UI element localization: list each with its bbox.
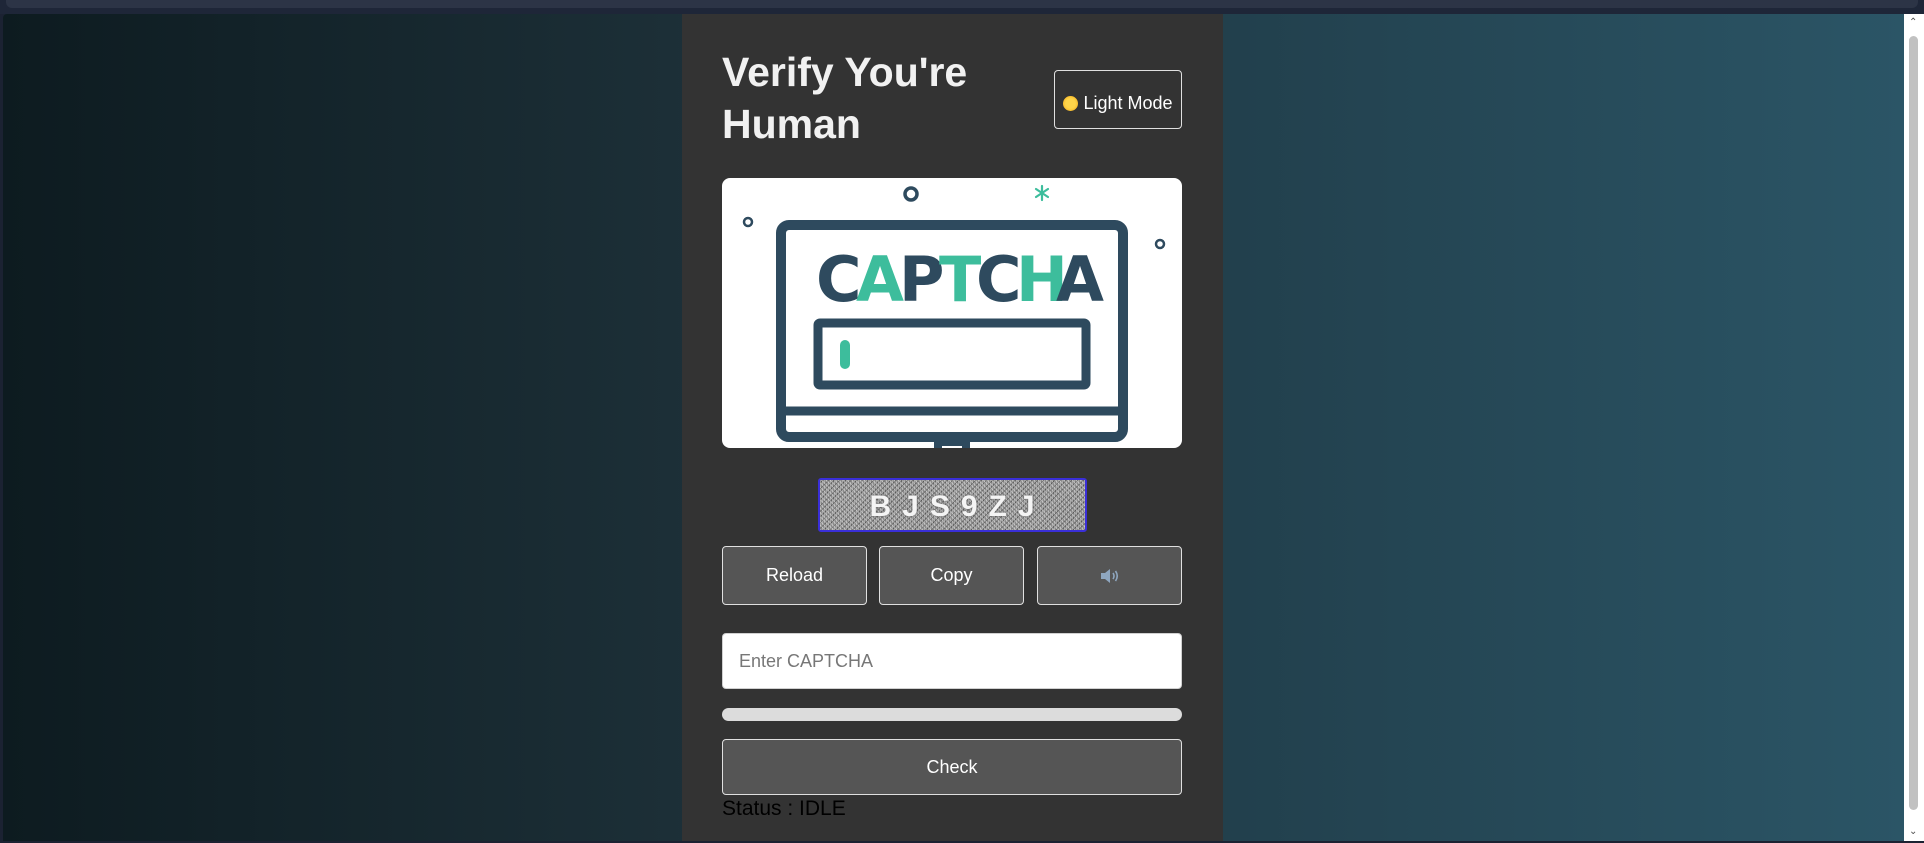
page-title: Verify You're Human bbox=[722, 49, 968, 147]
illustration-letter-c1: C bbox=[816, 243, 862, 316]
illustration-letter-c2: C bbox=[976, 243, 1022, 316]
browser-top-strip bbox=[0, 0, 1924, 14]
scroll-down-icon[interactable]: ⌄ bbox=[1909, 827, 1917, 837]
scroll-up-icon[interactable]: ⌃ bbox=[1909, 18, 1917, 28]
vertical-scrollbar[interactable]: ⌃ ⌄ bbox=[1904, 14, 1924, 841]
captcha-monitor-illustration: C A P T C H A bbox=[742, 184, 1166, 448]
captcha-code-image: BJS9ZJ bbox=[818, 478, 1087, 532]
theme-toggle-button[interactable]: Light Mode bbox=[1054, 70, 1182, 129]
status-text: Status : IDLE bbox=[722, 797, 846, 820]
speaker-icon bbox=[1100, 568, 1118, 583]
copy-button[interactable]: Copy bbox=[879, 546, 1024, 605]
captcha-card: Verify You're Human Light Mode C A P T C… bbox=[682, 14, 1223, 841]
sun-icon bbox=[1063, 95, 1079, 111]
captcha-actions: Reload Copy bbox=[722, 546, 1182, 605]
progress-bar bbox=[722, 708, 1182, 721]
illustration-letter-p: P bbox=[899, 243, 944, 316]
illustration-letter-t: T bbox=[939, 243, 981, 316]
scrollbar-thumb[interactable] bbox=[1909, 36, 1918, 810]
illustration-letter-a1: A bbox=[856, 243, 904, 316]
illustration-letter-a2: A bbox=[1056, 243, 1104, 316]
audio-button[interactable] bbox=[1037, 546, 1182, 605]
theme-toggle-label: Light Mode bbox=[1083, 92, 1173, 113]
reload-button[interactable]: Reload bbox=[722, 546, 867, 605]
captcha-illustration: C A P T C H A bbox=[722, 178, 1182, 448]
check-button[interactable]: Check bbox=[722, 739, 1182, 795]
page-viewport: Verify You're Human Light Mode C A P T C… bbox=[3, 14, 1904, 841]
captcha-input[interactable] bbox=[722, 633, 1182, 689]
